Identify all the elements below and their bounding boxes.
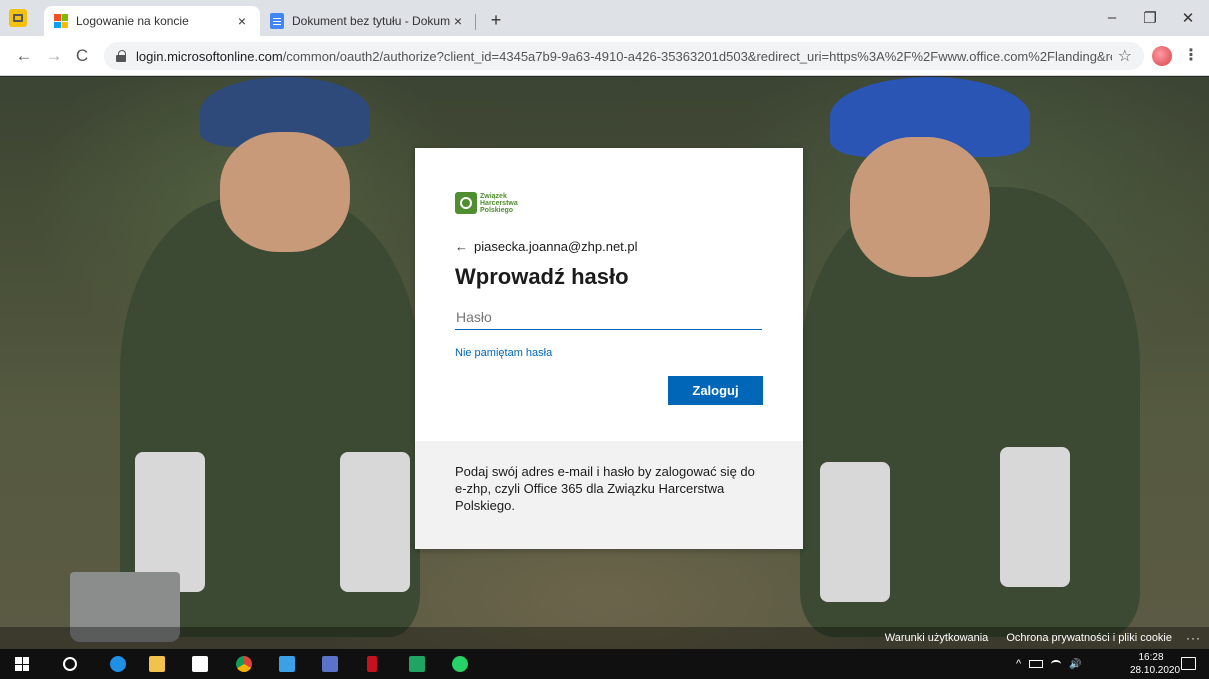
sign-in-button[interactable]: Zaloguj <box>668 376 763 405</box>
tab-close-icon[interactable]: × <box>450 13 466 29</box>
account-email: piasecka.joanna@zhp.net.pl <box>474 238 638 254</box>
netflix-app[interactable] <box>362 654 382 674</box>
save-app[interactable] <box>320 654 340 674</box>
start-button[interactable] <box>12 654 32 674</box>
terms-link[interactable]: Warunki użytkowania <box>885 632 989 644</box>
login-card-footer: Podaj swój adres e-mail i hasło by zalog… <box>415 441 803 549</box>
tab-document[interactable]: Dokument bez tytułu - Dokumen × <box>260 6 476 36</box>
zhp-logo: Związek Harcerstwa Polskiego <box>455 188 531 218</box>
notepad-app[interactable] <box>277 654 297 674</box>
browser-menu-icon[interactable]: ⋮ <box>1183 46 1199 66</box>
maximize-button[interactable]: ❐ <box>1140 9 1160 27</box>
browser-tab-strip: Logowanie na koncie × Dokument bez tytuł… <box>0 0 1209 36</box>
tab-title: Logowanie na koncie <box>76 14 189 28</box>
lock-icon[interactable] <box>116 50 126 62</box>
cortana-search-icon <box>63 657 77 671</box>
floppy-icon <box>322 656 338 672</box>
notification-center-icon[interactable] <box>1181 657 1196 670</box>
background-photo-sock <box>340 452 410 592</box>
zhp-lily-icon <box>455 192 477 214</box>
background-photo-sock <box>820 462 890 602</box>
tab-login[interactable]: Logowanie na koncie × <box>44 6 260 36</box>
volume-icon[interactable]: 🔊 <box>1069 659 1081 670</box>
wifi-icon[interactable] <box>1051 660 1062 668</box>
spreadsheet-icon <box>409 656 425 672</box>
identity-back-row[interactable]: ← piasecka.joanna@zhp.net.pl <box>455 236 638 256</box>
netflix-icon <box>367 656 377 672</box>
back-button[interactable]: ← <box>14 46 34 66</box>
privacy-link[interactable]: Ochrona prywatności i pliki cookie <box>1006 632 1172 644</box>
background-photo-face-left <box>220 132 350 252</box>
tab-close-icon[interactable]: × <box>234 13 250 29</box>
edge-icon <box>110 656 126 672</box>
app-menu-icon[interactable] <box>9 9 27 27</box>
background-photo-sock <box>135 452 205 592</box>
google-docs-icon <box>270 13 284 29</box>
clock-time: 16:28 <box>1138 652 1164 663</box>
minimize-button[interactable]: – <box>1102 9 1122 26</box>
background-photo-sock <box>1000 447 1070 587</box>
microsoft-logo-icon <box>54 14 68 28</box>
chrome-icon <box>236 656 252 672</box>
forgot-password-link[interactable]: Nie pamiętam hasła <box>455 347 552 359</box>
background-photo-face-right <box>850 137 990 277</box>
page-title: Wprowadź hasło <box>455 264 629 289</box>
login-card: Związek Harcerstwa Polskiego ← piasecka.… <box>415 148 803 549</box>
close-window-button[interactable]: ✕ <box>1178 9 1198 27</box>
address-bar[interactable]: login.microsoftonline.com/common/oauth2/… <box>104 42 1144 70</box>
whatsapp-app[interactable] <box>450 654 470 674</box>
file-explorer-app[interactable] <box>147 654 167 674</box>
windows-taskbar: ^ 🔊 16:28 28.10.2020 <box>0 649 1209 679</box>
password-input[interactable] <box>455 305 762 330</box>
mail-app[interactable] <box>190 654 210 674</box>
edge-app[interactable] <box>108 654 128 674</box>
new-tab-button[interactable]: + <box>486 10 506 30</box>
system-tray: ^ 🔊 <box>1016 649 1090 679</box>
mail-icon <box>192 656 208 672</box>
folder-icon <box>149 656 165 672</box>
tray-expand-icon[interactable]: ^ <box>1016 658 1021 670</box>
windows-start-icon <box>15 657 29 671</box>
url-text[interactable]: login.microsoftonline.com/common/oauth2/… <box>136 49 1112 64</box>
zhp-logo-text: Związek Harcerstwa Polskiego <box>480 192 518 214</box>
login-card-main: Związek Harcerstwa Polskiego ← piasecka.… <box>415 148 803 441</box>
search-button[interactable] <box>60 654 80 674</box>
browser-toolbar: ← → C login.microsoftonline.com/common/o… <box>0 36 1209 76</box>
document-icon <box>279 656 295 672</box>
battery-icon[interactable] <box>1029 660 1044 668</box>
chrome-app[interactable] <box>234 654 254 674</box>
back-arrow-icon[interactable]: ← <box>455 239 468 254</box>
profile-avatar-icon[interactable] <box>1152 46 1172 66</box>
page-footer: Warunki użytkowania Ochrona prywatności … <box>0 627 1209 649</box>
bookmark-star-icon[interactable]: ☆ <box>1118 46 1132 66</box>
more-options-button[interactable]: ··· <box>1186 631 1201 645</box>
forward-button[interactable]: → <box>44 46 64 66</box>
whatsapp-icon <box>452 656 468 672</box>
reload-button[interactable]: C <box>72 46 92 66</box>
taskbar-clock[interactable]: 16:28 28.10.2020 <box>1130 651 1181 677</box>
tab-title: Dokument bez tytułu - Dokumen <box>292 14 450 28</box>
clock-date: 28.10.2020 <box>1130 665 1181 676</box>
sheets-app[interactable] <box>407 654 427 674</box>
